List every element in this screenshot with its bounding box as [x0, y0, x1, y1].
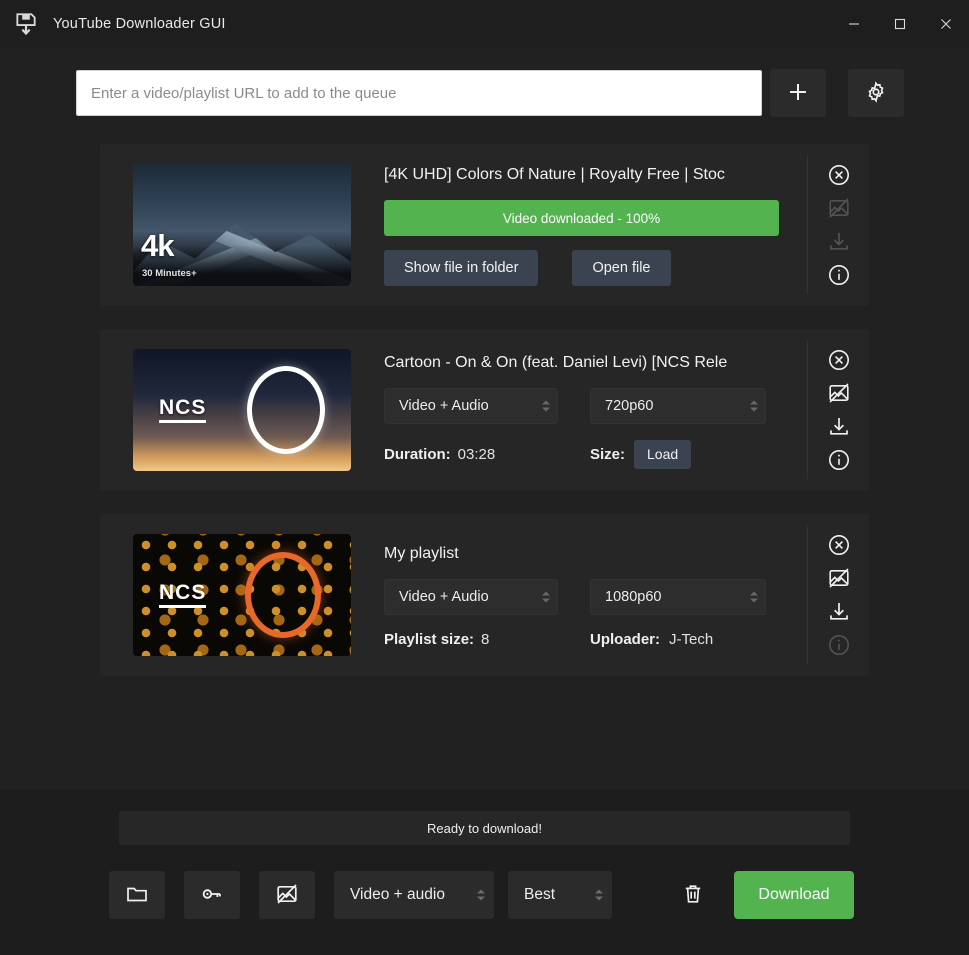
- spinner-arrows-icon: [750, 400, 758, 411]
- format-select[interactable]: Video + Audio: [384, 579, 558, 615]
- uploader-value: J-Tech: [669, 631, 713, 648]
- settings-button[interactable]: [848, 69, 904, 117]
- trash-icon: [681, 882, 705, 909]
- url-bar: [0, 48, 969, 138]
- thumbnail-subtitle: 30 Minutes+: [142, 268, 197, 279]
- maximize-icon[interactable]: [877, 0, 923, 48]
- queue-item-title: [4K UHD] Colors Of Nature | Royalty Free…: [384, 164, 789, 186]
- authentication-button[interactable]: [184, 871, 240, 919]
- gear-icon: [865, 81, 887, 106]
- queue-item-actions: [807, 156, 869, 294]
- global-quality-value: Best: [524, 886, 555, 904]
- open-file-button[interactable]: Open file: [572, 250, 670, 286]
- clear-queue-button[interactable]: [670, 871, 716, 919]
- toggle-thumbnails-button[interactable]: [259, 871, 315, 919]
- add-to-queue-button[interactable]: [770, 69, 826, 117]
- video-thumbnail: NCS: [133, 349, 351, 471]
- save-download-icon: [13, 11, 39, 37]
- url-input[interactable]: [76, 70, 762, 116]
- queue-item-selects: Video + Audio 720p60: [384, 388, 789, 424]
- queue-item-meta: Duration: 03:28 Size: Load: [384, 440, 789, 469]
- format-select-value: Video + Audio: [399, 589, 489, 605]
- quality-select[interactable]: 1080p60: [590, 579, 766, 615]
- queue-item-body: My playlist Video + Audio 1080p60 Playli…: [351, 534, 807, 656]
- spinner-arrows-icon: [595, 890, 603, 901]
- quality-select-value: 720p60: [605, 398, 653, 414]
- format-select[interactable]: Video + Audio: [384, 388, 558, 424]
- download-icon: [824, 227, 854, 257]
- global-format-value: Video + audio: [350, 886, 445, 904]
- duration-value: 03:28: [458, 446, 496, 463]
- queue-item-body: Cartoon - On & On (feat. Daniel Levi) [N…: [351, 349, 807, 471]
- queue-item[interactable]: NCS My playlist Video + Audio 1080p60: [100, 514, 869, 676]
- folder-icon: [125, 882, 149, 909]
- playlist-size-meta: Playlist size: 8: [384, 631, 590, 648]
- spinner-arrows-icon: [542, 591, 550, 602]
- load-size-button[interactable]: Load: [634, 440, 691, 469]
- uploader-label: Uploader:: [590, 631, 660, 648]
- video-thumbnail: 4k 30 Minutes+: [133, 164, 351, 286]
- plus-icon: [787, 81, 809, 106]
- progress-bar: Video downloaded - 100%: [384, 200, 779, 236]
- queue-item-selects: Video + Audio 1080p60: [384, 579, 789, 615]
- image-off-icon: [824, 193, 854, 223]
- size-label: Size:: [590, 446, 625, 463]
- thumbnail-badge: 4k: [141, 228, 173, 264]
- download-queue: 4k 30 Minutes+ [4K UHD] Colors Of Nature…: [0, 138, 969, 789]
- download-icon[interactable]: [824, 412, 854, 442]
- status-bar: Ready to download!: [119, 811, 850, 845]
- thumbnail-ring: [247, 366, 325, 454]
- quality-select-value: 1080p60: [605, 589, 661, 605]
- spinner-arrows-icon: [542, 400, 550, 411]
- close-circle-icon[interactable]: [824, 345, 854, 375]
- playlist-size-label: Playlist size:: [384, 631, 474, 648]
- close-circle-icon[interactable]: [824, 160, 854, 190]
- global-format-select[interactable]: Video + audio: [334, 871, 494, 919]
- queue-item-title: Cartoon - On & On (feat. Daniel Levi) [N…: [384, 352, 789, 374]
- footer: Ready to download!: [0, 789, 969, 955]
- key-icon: [200, 882, 224, 909]
- format-select-value: Video + Audio: [399, 398, 489, 414]
- download-icon[interactable]: [824, 597, 854, 627]
- info-circle-icon[interactable]: [824, 260, 854, 290]
- playlist-size-value: 8: [481, 631, 489, 648]
- info-circle-icon[interactable]: [824, 445, 854, 475]
- window-title: YouTube Downloader GUI: [53, 16, 226, 32]
- queue-item-actions: [807, 341, 869, 479]
- queue-item-body: [4K UHD] Colors Of Nature | Royalty Free…: [351, 164, 807, 286]
- spinner-arrows-icon: [477, 890, 485, 901]
- size-meta: Size: Load: [590, 440, 691, 469]
- queue-item-actions: [807, 526, 869, 664]
- queue-item-title: My playlist: [384, 543, 789, 565]
- download-button[interactable]: Download: [734, 871, 854, 919]
- duration-meta: Duration: 03:28: [384, 446, 590, 463]
- thumbnail-logo: NCS: [159, 397, 206, 423]
- close-circle-icon[interactable]: [824, 530, 854, 560]
- spinner-arrows-icon: [750, 591, 758, 602]
- duration-label: Duration:: [384, 446, 451, 463]
- global-quality-select[interactable]: Best: [508, 871, 612, 919]
- image-off-icon[interactable]: [824, 563, 854, 593]
- uploader-meta: Uploader: J-Tech: [590, 631, 713, 648]
- queue-item[interactable]: 4k 30 Minutes+ [4K UHD] Colors Of Nature…: [100, 144, 869, 306]
- minimize-icon[interactable]: [831, 0, 877, 48]
- thumbnail-ring: [245, 552, 321, 638]
- file-actions: Show file in folder Open file: [384, 250, 789, 286]
- thumbnail-logo: NCS: [159, 582, 206, 608]
- info-circle-icon: [824, 630, 854, 660]
- app-window: YouTube Downloader GUI: [0, 0, 969, 955]
- playlist-thumbnail: NCS: [133, 534, 351, 656]
- window-controls: [831, 0, 969, 48]
- bottom-toolbar: Video + audio Best Download: [100, 871, 869, 919]
- open-folder-button[interactable]: [109, 871, 165, 919]
- image-off-icon: [275, 882, 299, 909]
- close-icon[interactable]: [923, 0, 969, 48]
- show-file-in-folder-button[interactable]: Show file in folder: [384, 250, 538, 286]
- queue-item-meta: Playlist size: 8 Uploader: J-Tech: [384, 631, 789, 648]
- queue-item[interactable]: NCS Cartoon - On & On (feat. Daniel Levi…: [100, 329, 869, 491]
- image-off-icon[interactable]: [824, 378, 854, 408]
- title-bar: YouTube Downloader GUI: [0, 0, 969, 48]
- quality-select[interactable]: 720p60: [590, 388, 766, 424]
